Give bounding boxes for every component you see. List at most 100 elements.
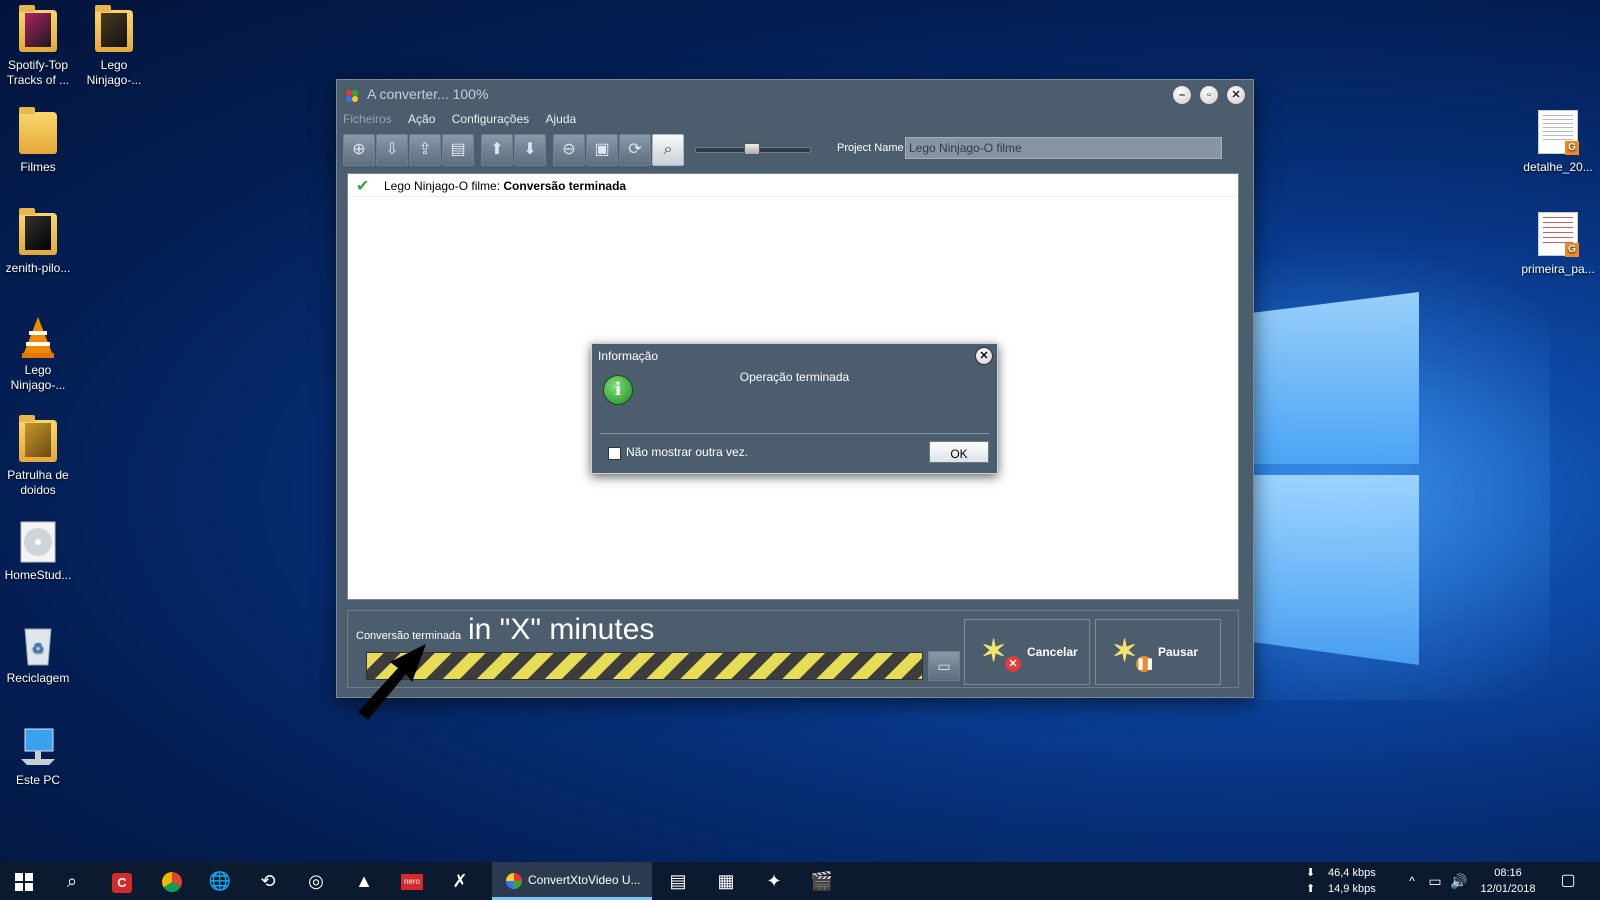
search-icon[interactable]: ⌕ xyxy=(48,862,96,900)
ok-button[interactable]: OK xyxy=(929,441,989,463)
move-down-button[interactable]: ⬇ xyxy=(514,134,546,166)
vlc-icon xyxy=(19,315,57,358)
desktop-icon-label: HomeStud... xyxy=(4,568,72,582)
add-dvd-button[interactable]: ⇪ xyxy=(409,134,441,166)
globe-app-icon[interactable]: 🌐 xyxy=(196,862,244,900)
menu-bar: Ficheiros Ação Configurações Ajuda xyxy=(343,112,589,132)
taskbar: ⌕ C 🌐 ⟲ ◎ ▲ nero ✗ ConvertXtoVideo U... … xyxy=(0,862,1600,900)
ccleaner-alt-icon[interactable]: ⟲ xyxy=(244,862,292,900)
download-speed: 46,4 kbps xyxy=(1328,867,1376,879)
video-editor-icon[interactable]: 🎬 xyxy=(798,862,846,900)
start-button[interactable] xyxy=(0,862,48,900)
menu-ajuda[interactable]: Ajuda xyxy=(545,112,576,126)
desktop-icon-label: Spotify-Top Tracks of ... xyxy=(6,58,70,87)
taskbar-item-convertxtovideo[interactable]: ConvertXtoVideo U... xyxy=(492,862,652,900)
view-log-button[interactable]: ⌕ xyxy=(652,134,684,166)
desktop-icon-vlc-lego[interactable]: Lego Ninjago-... xyxy=(0,315,76,393)
folder-icon xyxy=(19,208,57,255)
dialog-close-button[interactable]: ✕ xyxy=(975,347,993,365)
folder-icon xyxy=(95,5,133,52)
clock-time: 08:16 xyxy=(1494,867,1522,879)
menu-configuracoes[interactable]: Configurações xyxy=(452,112,529,126)
computer-icon xyxy=(19,725,57,767)
dialog-title: Informação xyxy=(598,349,659,363)
media-app-icon[interactable]: ◎ xyxy=(292,862,340,900)
close-button[interactable]: ✕ xyxy=(1226,85,1246,105)
desktop-icon-homestudio[interactable]: HomeStud... xyxy=(0,520,76,583)
desktop-icon-label: Lego Ninjago-... xyxy=(86,58,142,87)
progress-bar xyxy=(366,652,923,680)
zoom-slider-thumb[interactable] xyxy=(744,143,760,155)
toolbar: ⊕ ⇩ ⇪ ▤ ⬆ ⬇ ⊖ ▣ ⟳ ⌕ Project Name xyxy=(343,134,1245,166)
cancel-x-icon: ✕ xyxy=(1005,656,1021,672)
add-folder-button[interactable]: ⇩ xyxy=(376,134,408,166)
desktop-icon-detalhe[interactable]: G detalhe_20... xyxy=(1520,110,1596,175)
convertxtovideo-icon xyxy=(506,872,522,889)
vlc-taskbar-icon[interactable]: ▲ xyxy=(340,862,388,900)
dialog-separator xyxy=(600,433,989,434)
desktop-icon-label: detalhe_20... xyxy=(1523,160,1593,174)
menu-acao[interactable]: Ação xyxy=(408,112,435,126)
project-name-input[interactable] xyxy=(905,137,1222,159)
desktop-icon-reciclagem[interactable]: ♻ Reciclagem xyxy=(0,623,76,686)
list-item[interactable]: ✔ Lego Ninjago-O filme: Conversão termin… xyxy=(348,174,1238,197)
ccleaner-icon[interactable]: C xyxy=(98,862,146,900)
desktop-icon-este-pc[interactable]: Este PC xyxy=(0,725,76,788)
dont-show-again-checkbox[interactable] xyxy=(608,447,621,460)
dont-show-again-label[interactable]: Não mostrar outra vez. xyxy=(626,445,748,459)
network-speed: ⬇ 46,4 kbps ⬆ 14,9 kbps xyxy=(1306,865,1376,897)
x-app-icon[interactable]: ✗ xyxy=(436,862,484,900)
disc-icon xyxy=(19,520,57,563)
app-icon xyxy=(345,89,359,103)
network-icon[interactable]: ▭ xyxy=(1424,862,1446,900)
chrome-icon[interactable] xyxy=(148,862,196,900)
move-up-button[interactable]: ⬆ xyxy=(481,134,513,166)
desktop-icon-label: zenith-pilo... xyxy=(5,261,71,275)
cancel-label: Cancelar xyxy=(1027,645,1078,659)
nero-icon[interactable]: nero xyxy=(388,862,436,900)
cancel-button[interactable]: ✶ ✕ Cancelar xyxy=(964,619,1090,685)
file-explorer-icon[interactable]: ▤ xyxy=(654,862,702,900)
preview-button[interactable]: ▣ xyxy=(586,134,618,166)
desktop-icon-label: Filmes xyxy=(20,160,56,174)
document-icon: G xyxy=(1538,212,1579,257)
desktop-icon-label: Lego Ninjago-... xyxy=(10,363,66,392)
info-dialog: Informação ✕ i Operação terminada Não mo… xyxy=(591,343,998,474)
annotation-arrow-icon xyxy=(358,644,426,720)
menu-ficheiros[interactable]: Ficheiros xyxy=(343,112,392,126)
folder-icon xyxy=(19,415,57,462)
add-file-button[interactable]: ⊕ xyxy=(343,134,375,166)
desktop-icon-lego-folder[interactable]: Lego Ninjago-... xyxy=(76,5,152,88)
desktop-icon-filmes[interactable]: Filmes xyxy=(0,107,76,175)
upload-arrow-icon: ⬆ xyxy=(1306,883,1316,895)
volume-icon[interactable]: 🔊 xyxy=(1448,862,1470,900)
desktop-icon-spotify-folder[interactable]: Spotify-Top Tracks of ... xyxy=(0,5,76,88)
taskbar-item-label: ConvertXtoVideo U... xyxy=(528,873,641,887)
desktop-icon-label: primeira_pa... xyxy=(1521,262,1595,276)
desktop-icon-primeira[interactable]: G primeira_pa... xyxy=(1520,212,1596,277)
notification-icon[interactable]: ▢ xyxy=(1548,862,1588,900)
open-output-folder-button[interactable]: ▭ xyxy=(928,651,960,681)
checkmark-icon: ✔ xyxy=(356,178,370,195)
media-player-icon[interactable]: ▦ xyxy=(702,862,750,900)
chevron-up-icon[interactable]: ^ xyxy=(1402,862,1422,900)
title-bar[interactable]: A converter... 100% – ▫ ✕ xyxy=(337,80,1253,112)
folder-icon xyxy=(19,107,57,154)
svg-text:♻: ♻ xyxy=(32,641,45,657)
recycle-bin-icon: ♻ xyxy=(19,623,57,666)
upload-speed: 14,9 kbps xyxy=(1328,883,1376,895)
convert-button[interactable]: ⟳ xyxy=(619,134,651,166)
pause-label: Pausar xyxy=(1158,645,1199,659)
pause-button[interactable]: ✶ ❚❚ Pausar xyxy=(1095,619,1221,685)
desktop-icon-label: Patrulha de doidos xyxy=(7,468,69,497)
maximize-button[interactable]: ▫ xyxy=(1199,85,1219,105)
document-icon: G xyxy=(1538,110,1579,155)
desktop-icon-zenith[interactable]: zenith-pilo... xyxy=(0,208,76,276)
desktop-icon-patrulha[interactable]: Patrulha de doidos xyxy=(0,415,76,498)
item-status: Conversão terminada xyxy=(503,179,627,193)
clock[interactable]: 08:16 12/01/2018 xyxy=(1478,865,1538,897)
remove-button[interactable]: ⊖ xyxy=(553,134,585,166)
minimize-button[interactable]: – xyxy=(1172,85,1192,105)
game-app-icon[interactable]: ✦ xyxy=(750,862,798,900)
edit-button[interactable]: ▤ xyxy=(442,134,474,166)
